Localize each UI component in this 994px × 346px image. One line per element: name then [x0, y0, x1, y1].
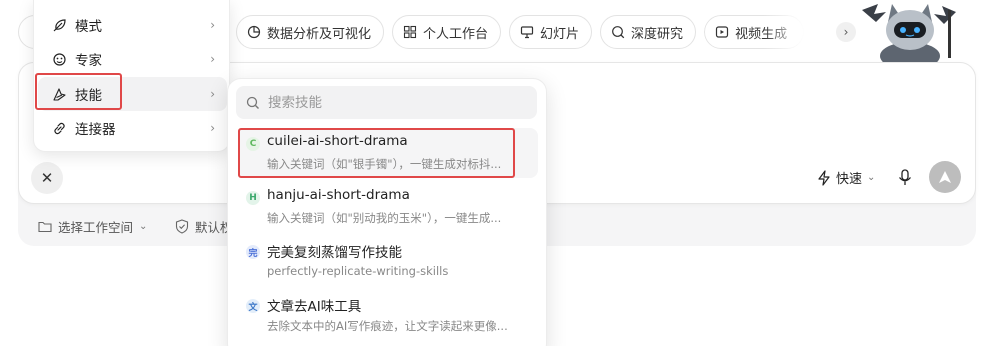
- pie-chart-icon: [247, 25, 261, 39]
- permission-selector[interactable]: 默认权: [175, 217, 233, 236]
- workspace-label: 选择工作空间: [58, 220, 134, 235]
- chevron-right-icon: ›: [210, 18, 215, 32]
- skill-search-input[interactable]: [268, 94, 518, 111]
- pill-slides[interactable]: 幻灯片: [509, 15, 593, 49]
- pill-data-analysis[interactable]: 数据分析及可视化: [236, 15, 385, 49]
- menu-item-label: 模式: [75, 19, 102, 35]
- grid-icon: [403, 25, 417, 39]
- skill-desc: 去除文本中的AI写作痕迹，让文字读起来更像...: [267, 319, 508, 333]
- menu-item-expert[interactable]: 专家 ›: [38, 42, 227, 76]
- skill-search-field[interactable]: [236, 86, 537, 119]
- pill-video[interactable]: 视频生成: [704, 15, 805, 49]
- speed-label: 快速: [836, 172, 863, 187]
- skill-desc: perfectly-replicate-writing-skills: [267, 264, 449, 278]
- pill-workspace[interactable]: 个人工作台: [392, 15, 502, 49]
- workspace-selector[interactable]: 选择工作空间 ⌄: [38, 217, 147, 236]
- highlight-box: [35, 73, 122, 110]
- menu-item-label: 连接器: [75, 122, 116, 138]
- chevron-right-icon: ›: [210, 52, 215, 66]
- pill-label: 幻灯片: [540, 26, 580, 42]
- chevron-right-icon: ›: [210, 121, 215, 135]
- menu-item-mode[interactable]: 模式 ›: [38, 8, 227, 42]
- presentation-icon: [520, 25, 534, 39]
- skill-name: hanju-ai-short-drama: [267, 187, 410, 203]
- chevron-down-icon: ⌄: [139, 221, 148, 232]
- mascot-image: [862, 4, 956, 62]
- skill-desc: 输入关键词（如"别动我的玉米"），一键生成...: [267, 211, 502, 225]
- menu-item-label: 专家: [75, 53, 102, 69]
- chevron-right-icon: ›: [210, 87, 215, 101]
- pill-label: 深度研究: [631, 26, 684, 42]
- link-icon: [54, 122, 65, 134]
- skill-item[interactable]: 文 文章去AI味工具 去除文本中的AI写作痕迹，让文字读起来更像...: [238, 290, 538, 340]
- skill-badge: 完: [246, 245, 260, 259]
- chevron-right-icon[interactable]: ›: [836, 22, 856, 42]
- video-icon: [715, 25, 729, 39]
- pill-label: 视频生成: [735, 26, 788, 42]
- menu-item-connectors[interactable]: 连接器 ›: [38, 111, 227, 145]
- skill-item[interactable]: 完 完美复刻蒸馏写作技能 perfectly-replicate-writing…: [238, 236, 538, 286]
- skill-name: 完美复刻蒸馏写作技能: [267, 245, 402, 261]
- pill-label: 个人工作台: [423, 26, 489, 42]
- pill-deep-research[interactable]: 深度研究: [600, 15, 697, 49]
- chevron-down-icon: ⌄: [867, 172, 876, 183]
- close-icon[interactable]: ✕: [31, 162, 63, 194]
- send-icon: [939, 171, 951, 183]
- shield-check-icon: [175, 219, 189, 234]
- suggestion-pills: 数据分析及可视化 个人工作台 幻灯片 深度研究 视频生成: [236, 15, 805, 49]
- skill-badge: H: [246, 191, 260, 205]
- skill-badge: 文: [246, 299, 260, 313]
- send-button[interactable]: [929, 161, 961, 193]
- lightning-icon: [818, 169, 830, 186]
- search-icon: [246, 96, 259, 109]
- deep-research-icon: [611, 25, 625, 39]
- skill-item[interactable]: H hanju-ai-short-drama 输入关键词（如"别动我的玉米"），…: [238, 182, 538, 232]
- expert-icon: [53, 52, 66, 66]
- microphone-icon[interactable]: [896, 168, 914, 188]
- speed-selector[interactable]: 快速 ⌄: [817, 168, 875, 187]
- feather-icon: [53, 18, 66, 31]
- folder-icon: [38, 221, 52, 233]
- skill-name: 文章去AI味工具: [267, 299, 362, 315]
- pill-label: 数据分析及可视化: [267, 26, 372, 42]
- highlight-box: [238, 128, 515, 178]
